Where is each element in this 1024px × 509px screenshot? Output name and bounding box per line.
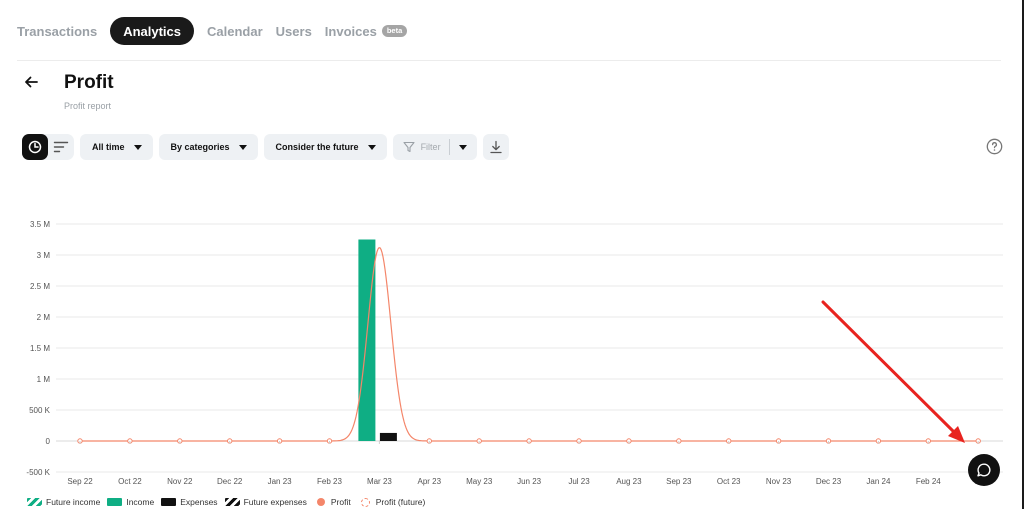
back-arrow-icon[interactable] <box>22 72 42 92</box>
legend-swatch <box>27 498 42 506</box>
tab-label: Invoices <box>324 23 377 39</box>
x-tick-label: Feb 23 <box>317 477 342 486</box>
x-tick-label: Feb 24 <box>916 477 941 486</box>
tab-transactions[interactable]: Transactions <box>17 17 97 45</box>
x-axis: Sep 22 Oct 22 Nov 22 Dec 22 Jan 23 Feb 23 Mar … <box>67 441 982 486</box>
chart-bars <box>358 239 397 442</box>
arrow-shaft <box>821 300 958 436</box>
tab-users[interactable]: Users <box>276 17 312 45</box>
legend-profit[interactable]: Profit <box>314 497 351 507</box>
x-tick-label: Nov 23 <box>766 477 792 486</box>
grouping-value: By categories <box>170 142 230 152</box>
y-tick-label: 3 M <box>37 251 51 260</box>
legend-swatch <box>224 498 240 506</box>
legend-income[interactable]: Income <box>107 497 154 507</box>
download-button[interactable] <box>482 134 509 160</box>
annotation-arrow <box>821 300 965 443</box>
tab-analytics[interactable]: Analytics <box>110 17 195 45</box>
x-tick-label: Jul 23 <box>568 477 590 486</box>
chart-view-button[interactable] <box>22 134 48 160</box>
x-tick-label: Sep 23 <box>666 477 692 486</box>
chat-button[interactable] <box>968 454 1000 486</box>
y-tick-label: 0 <box>46 437 51 446</box>
y-axis: -500 K 0 500 K 1 M 1.5 M 2 M 2.5 M 3 M 3.5 M <box>26 220 50 477</box>
filter-button[interactable]: Filter <box>393 134 449 160</box>
legend-label: Future expenses <box>243 497 307 507</box>
filter-label: Filter <box>420 142 441 152</box>
legend-expenses[interactable]: Expenses <box>161 497 218 507</box>
question-circle-icon[interactable] <box>986 138 1003 155</box>
legend-label: Income <box>126 497 155 507</box>
x-tick-label: Sep 22 <box>67 477 93 486</box>
header-divider <box>17 60 1001 61</box>
list-icon <box>53 140 69 154</box>
period-dropdown[interactable]: All time <box>80 134 153 160</box>
funnel-icon <box>403 141 415 153</box>
x-tick-label: Nov 22 <box>167 477 193 486</box>
future-value: Consider the future <box>275 142 359 152</box>
legend-swatch <box>107 498 123 506</box>
legend-label: Profit <box>330 497 351 507</box>
legend-label: Expenses <box>180 497 218 507</box>
profit-curve <box>80 247 978 442</box>
x-tick-label: Dec 23 <box>816 477 842 486</box>
x-tick-label: Oct 23 <box>717 477 741 486</box>
beta-badge: beta <box>381 25 408 37</box>
chart-legend: Future income Income Expenses Future exp… <box>27 497 432 507</box>
tab-label: Analytics <box>123 23 182 39</box>
page-title: Profit <box>64 72 114 93</box>
legend-future-income[interactable]: Future income <box>27 497 100 507</box>
tab-label: Calendar <box>207 23 263 39</box>
x-tick-label: May 23 <box>466 477 493 486</box>
legend-swatch <box>161 498 177 506</box>
main-tabs: Transactions Analytics Calendar Users In… <box>17 17 420 45</box>
x-tick-label: Jun 23 <box>517 477 542 486</box>
x-tick-label: Mar 23 <box>367 477 392 486</box>
y-tick-label: 3.5 M <box>30 220 50 229</box>
y-tick-label: 1.5 M <box>30 344 50 353</box>
y-tick-label: 500 K <box>29 406 51 415</box>
legend-swatch <box>360 497 370 507</box>
legend-profit-future[interactable]: Profit (future) <box>358 497 426 507</box>
profit-chart: -500 K 0 500 K 1 M 1.5 M 2 M 2.5 M 3 M 3.5 M Sep… <box>26 220 1003 486</box>
filter-control: Filter <box>392 134 477 160</box>
download-icon <box>489 140 503 154</box>
x-tick-label: Apr 23 <box>418 477 442 486</box>
tab-label: Users <box>275 23 312 39</box>
chevron-down-icon <box>458 144 467 150</box>
period-value: All time <box>92 142 125 152</box>
chevron-down-icon <box>367 144 376 150</box>
income-bar[interactable] <box>358 239 376 442</box>
y-tick-label: 2 M <box>37 313 51 322</box>
chevron-down-icon <box>133 144 142 150</box>
report-toolbar: All time By categories Consider the futu… <box>22 134 509 160</box>
legend-label: Future income <box>46 497 101 507</box>
pie-chart-icon <box>28 140 42 154</box>
x-tick-label: Oct 22 <box>118 477 142 486</box>
x-tick-label: Jan 24 <box>866 477 891 486</box>
tab-label: Transactions <box>17 23 98 39</box>
profit-line <box>77 247 981 444</box>
tab-invoices[interactable]: Invoices beta <box>324 17 408 45</box>
x-tick-label: Dec 22 <box>217 477 243 486</box>
y-tick-label: 1 M <box>37 375 51 384</box>
grouping-dropdown[interactable]: By categories <box>158 134 258 160</box>
chat-bubble-icon <box>976 462 992 478</box>
legend-swatch <box>316 498 325 506</box>
x-tick-label: Aug 23 <box>616 477 642 486</box>
view-mode-toggle <box>22 134 74 160</box>
page-subtitle: Profit report <box>64 101 112 111</box>
list-view-button[interactable] <box>48 134 74 160</box>
chart-grid <box>56 223 1003 473</box>
y-tick-label: 2.5 M <box>30 282 50 291</box>
future-dropdown[interactable]: Consider the future <box>263 134 387 160</box>
tab-calendar[interactable]: Calendar <box>207 17 263 45</box>
filter-menu-button[interactable] <box>450 134 477 160</box>
x-tick-label: Jan 23 <box>268 477 293 486</box>
chevron-down-icon <box>238 144 247 150</box>
legend-label: Profit (future) <box>375 497 426 507</box>
expense-bar[interactable] <box>379 432 397 441</box>
legend-future-expenses[interactable]: Future expenses <box>224 497 307 507</box>
y-tick-label: -500 K <box>26 468 50 477</box>
